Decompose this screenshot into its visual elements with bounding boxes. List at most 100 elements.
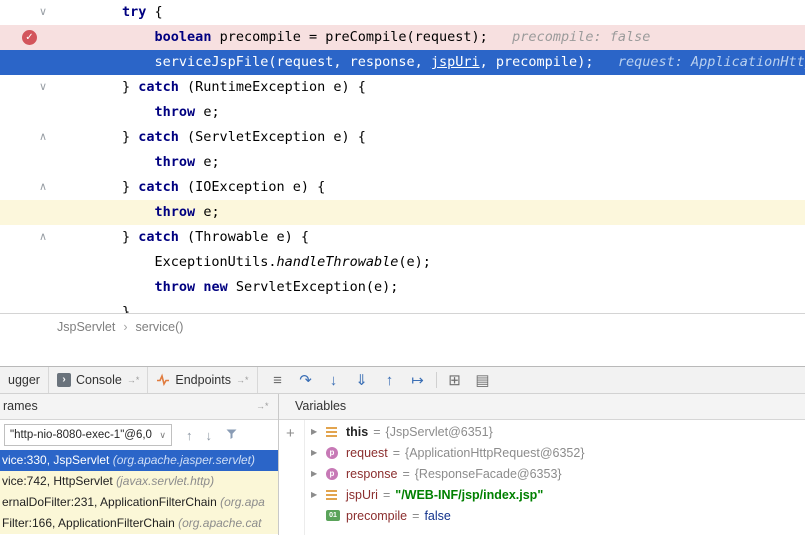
run-to-cursor-icon[interactable]: ↦ [404,371,432,389]
tab-debugger[interactable]: ugger [0,367,49,393]
frame-row[interactable]: vice:742, HttpServlet (javax.servlet.htt… [0,471,278,492]
code-text: throw [155,104,196,120]
variable-row[interactable]: ▶presponse={ResponseFacade@6353} [305,463,805,484]
thread-selector[interactable]: "http-nio-8080-exec-1"@6,0 ∨ [4,424,172,446]
parameter-icon: p [326,468,341,480]
previous-frame-icon[interactable]: ↑ [186,428,193,443]
fold-up-icon[interactable]: ∧ [39,125,47,150]
panel-headers: rames →* Variables [0,394,805,420]
variable-value: "/WEB-INF/jsp/index.jsp" [395,488,543,502]
code-text: throw [155,204,196,220]
code-text: handleThrowable [276,254,398,270]
step-out-icon[interactable]: ↑ [376,372,404,389]
code-line[interactable]: throw new ServletException(e); [0,275,805,300]
frame-row[interactable]: Filter:166, ApplicationFilterChain (org.… [0,513,278,534]
code-text: { [146,4,162,20]
code-text: throw [155,154,196,170]
parameter-icon: p [326,447,341,459]
frame-package: (javax.servlet.http) [116,474,214,488]
fold-up-icon[interactable]: ∧ [39,225,47,250]
force-step-into-icon[interactable]: ⇓ [348,371,376,389]
code-text [57,104,155,120]
code-text: } [57,79,138,95]
frame-package: (org.apa [220,495,265,509]
code-text: e; [195,154,219,170]
expand-icon[interactable]: ▶ [311,490,326,499]
equals-sign: = [407,509,424,523]
tab-console[interactable]: › Console →* [49,367,148,393]
expand-icon[interactable]: ▶ [311,448,326,457]
variable-value: {ApplicationHttpRequest@6352} [405,446,584,460]
code-line[interactable]: ∧ } catch (ServletException e) { [0,125,805,150]
variable-row[interactable]: ▶this={JspServlet@6351} [305,421,805,442]
breadcrumb-method[interactable]: service() [136,320,184,334]
endpoints-icon [156,373,170,387]
code-line[interactable]: throw e; [0,100,805,125]
thread-name: "http-nio-8080-exec-1"@6,0 [10,429,152,441]
variable-row[interactable]: ▶prequest={ApplicationHttpRequest@6352} [305,442,805,463]
value-icon [326,426,341,438]
equals-sign: = [368,425,385,439]
fold-up-icon[interactable]: ∧ [39,175,47,200]
code-text [57,204,155,220]
code-text: ServletException(e); [228,279,399,295]
code-text: } [57,179,138,195]
primitive-icon: 01 [326,510,341,522]
code-text: precompile = preCompile(request); [211,29,487,45]
code-text: precompile: false [488,29,651,45]
fold-down-icon[interactable]: ∨ [39,75,47,100]
code-line[interactable]: serviceJspFile(request, response, jspUri… [0,50,805,75]
code-text: serviceJspFile(request, response, [57,54,431,70]
breakpoint-icon[interactable]: ✓ [22,30,37,45]
code-line[interactable]: throw e; [0,150,805,175]
tab-debugger-label: ugger [8,373,40,387]
code-text: e; [195,104,219,120]
code-line[interactable]: ∨ try { [0,0,805,25]
console-icon: › [57,373,71,387]
frame-location: vice:330, JspServlet [2,453,113,467]
evaluate-expression-icon[interactable]: ⊞ [441,371,469,389]
variable-name: response [346,467,397,481]
frame-location: Filter:166, ApplicationFilterChain [2,516,178,530]
frames-tab-arrow-icon: →* [256,394,269,419]
code-text [57,154,155,170]
thread-selector-row: "http-nio-8080-exec-1"@6,0 ∨ ↑ ↓ [0,420,278,450]
code-line[interactable]: ✓ boolean precompile = preCompile(reques… [0,25,805,50]
tab-endpoints[interactable]: Endpoints →* [148,367,257,393]
tab-arrow-icon: →* [236,375,249,385]
code-text: throw [155,279,196,295]
layout-settings-icon[interactable]: ▤ [469,371,497,389]
equals-sign: = [378,488,395,502]
frame-location: ernalDoFilter:231, ApplicationFilterChai… [2,495,220,509]
variable-row[interactable]: 01precompile=false [305,505,805,526]
next-frame-icon[interactable]: ↓ [206,428,213,443]
code-line[interactable]: } [0,300,805,313]
hide-library-frames-icon[interactable] [225,427,238,443]
code-text: new [203,279,227,295]
expand-icon[interactable]: ▶ [311,427,326,436]
settings-menu-icon[interactable]: ≡ [264,372,292,389]
code-line[interactable]: ∨ } catch (RuntimeException e) { [0,75,805,100]
code-line[interactable]: ∧ } catch (Throwable e) { [0,225,805,250]
step-into-icon[interactable]: ↓ [320,372,348,389]
frames-panel-title: rames [3,394,38,419]
code-line[interactable]: throw e; [0,200,805,225]
frame-row[interactable]: vice:330, JspServlet (org.apache.jasper.… [0,450,278,471]
frame-row[interactable]: ernalDoFilter:231, ApplicationFilterChai… [0,492,278,513]
code-text: (ServletException e) { [179,129,366,145]
code-text: e; [195,204,219,220]
equals-sign: = [388,446,405,460]
code-line[interactable]: ExceptionUtils.handleThrowable(e); [0,250,805,275]
variable-row[interactable]: ▶jspUri="/WEB-INF/jsp/index.jsp" [305,484,805,505]
value-icon [326,489,341,501]
code-line[interactable]: ∧ } catch (IOException e) { [0,175,805,200]
code-text: catch [138,229,179,245]
fold-down-icon[interactable]: ∨ [39,0,47,25]
add-watch-icon[interactable]: + [286,425,295,442]
expand-icon[interactable]: ▶ [311,469,326,478]
code-editor[interactable]: ∨ try {✓ boolean precompile = preCompile… [0,0,805,313]
frames-panel: "http-nio-8080-exec-1"@6,0 ∨ ↑ ↓ vice:33… [0,420,278,535]
frame-location: vice:742, HttpServlet [2,474,116,488]
step-over-icon[interactable]: ↷ [292,371,320,389]
breadcrumb-class[interactable]: JspServlet [57,320,115,334]
